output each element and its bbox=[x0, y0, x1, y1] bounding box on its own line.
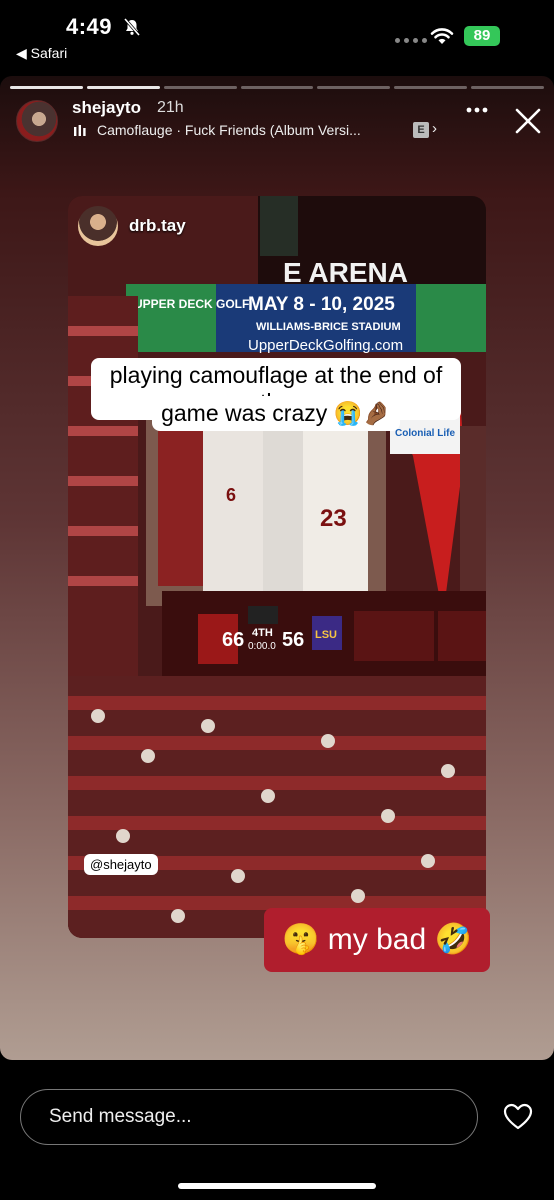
home-indicator bbox=[178, 1183, 376, 1189]
game-clock: 0:00.0 bbox=[248, 641, 276, 652]
reposted-post-card[interactable]: E ARENA UPPER DECK GOLF MAY 8 - 10, 2025… bbox=[68, 196, 486, 938]
send-message-placeholder: Send message... bbox=[49, 1106, 192, 1127]
sticker-text: 🤫 my bad 🤣 bbox=[264, 908, 490, 972]
jersey-number-6: 6 bbox=[226, 485, 236, 505]
repost-avatar[interactable] bbox=[78, 206, 118, 246]
arena-photo: E ARENA UPPER DECK GOLF MAY 8 - 10, 2025… bbox=[68, 196, 486, 938]
progress-segment bbox=[240, 86, 314, 89]
caption-line-2: game was crazy 😭🤌🏾 bbox=[91, 396, 461, 431]
story-progress bbox=[10, 86, 545, 89]
more-options-icon[interactable] bbox=[466, 106, 488, 114]
send-message-input[interactable]: Send message... bbox=[20, 1089, 478, 1145]
progress-segment bbox=[317, 86, 391, 89]
away-team: LSU bbox=[315, 629, 337, 641]
jersey-number-23: 23 bbox=[320, 505, 347, 532]
ad-brand-text: UPPER DECK GOLF bbox=[134, 297, 249, 311]
cellular-signal-icon bbox=[395, 38, 427, 43]
away-score: 56 bbox=[282, 629, 304, 651]
avatar[interactable] bbox=[16, 100, 58, 142]
wifi-icon bbox=[430, 28, 454, 44]
story-viewer[interactable]: shejayto 21h Camoflauge · Fuck Friends (… bbox=[0, 76, 554, 1060]
progress-segment bbox=[471, 86, 545, 89]
home-score: 66 bbox=[222, 629, 244, 651]
close-icon[interactable] bbox=[514, 107, 542, 135]
chevron-right-icon[interactable]: › bbox=[432, 120, 437, 137]
ad-stadium-text: WILLIAMS-BRICE STADIUM bbox=[256, 321, 401, 333]
progress-segment bbox=[86, 86, 160, 89]
mention-tag[interactable]: @shejayto bbox=[84, 854, 158, 875]
story-time-ago: 21h bbox=[157, 99, 184, 116]
back-to-safari-link[interactable]: ◀ Safari bbox=[16, 45, 67, 62]
arena-sign-text: E ARENA bbox=[283, 257, 408, 288]
music-bars-icon bbox=[74, 125, 86, 136]
heart-icon[interactable] bbox=[503, 1103, 533, 1131]
ad-dates-text: MAY 8 - 10, 2025 bbox=[248, 294, 395, 315]
ad-url-text: UpperDeckGolfing.com bbox=[248, 337, 403, 354]
progress-segment bbox=[394, 86, 468, 89]
progress-segment bbox=[163, 86, 237, 89]
bell-muted-icon bbox=[123, 18, 141, 36]
explicit-badge: E bbox=[413, 122, 429, 138]
repost-username[interactable]: drb.tay bbox=[129, 216, 186, 236]
music-track-label[interactable]: Camoflauge · Fuck Friends (Album Versi..… bbox=[97, 122, 361, 138]
quarter-text: 4TH bbox=[252, 627, 273, 639]
progress-segment bbox=[10, 86, 83, 89]
clock-time: 4:49 bbox=[66, 14, 113, 39]
story-username[interactable]: shejayto bbox=[72, 98, 141, 118]
status-bar: 4:49 ◀ Safari 89 bbox=[0, 0, 554, 70]
battery-indicator: 89 bbox=[464, 26, 500, 46]
